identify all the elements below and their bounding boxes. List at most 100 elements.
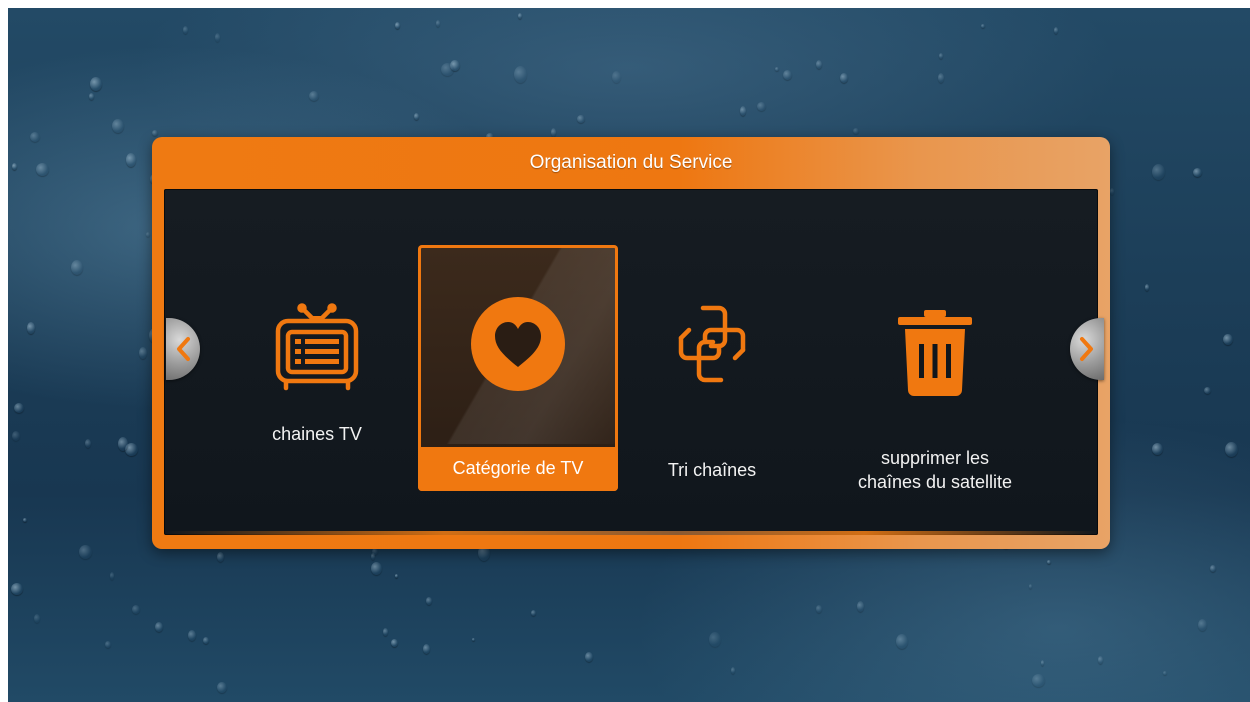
water-drop bbox=[1041, 660, 1044, 666]
water-drop bbox=[395, 574, 398, 578]
water-drop bbox=[1152, 164, 1165, 180]
water-drop bbox=[371, 562, 382, 575]
water-drop bbox=[1029, 584, 1032, 589]
chevron-right-icon bbox=[1080, 337, 1093, 361]
water-drop bbox=[1032, 674, 1045, 687]
water-drop bbox=[472, 638, 475, 641]
water-drop bbox=[105, 641, 111, 648]
water-drop bbox=[414, 113, 419, 120]
water-drop bbox=[183, 26, 188, 34]
water-drop bbox=[309, 91, 319, 101]
water-drop bbox=[551, 128, 556, 137]
water-drop bbox=[577, 115, 585, 123]
water-drop bbox=[783, 70, 792, 80]
water-drop bbox=[514, 66, 527, 83]
water-drop bbox=[391, 639, 398, 647]
trash-icon bbox=[835, 297, 1035, 407]
water-drop bbox=[740, 106, 746, 116]
water-drop bbox=[89, 93, 94, 100]
water-drop bbox=[12, 163, 17, 170]
water-drop bbox=[71, 260, 83, 275]
menu-item-supprimer-chaines-satellite[interactable]: supprimer les chaînes du satellite bbox=[835, 245, 1035, 492]
water-drop bbox=[423, 644, 430, 654]
water-drop bbox=[1223, 334, 1233, 345]
water-drop bbox=[1204, 387, 1211, 394]
water-drop bbox=[14, 403, 24, 413]
water-drop bbox=[30, 132, 40, 142]
tv-list-icon bbox=[217, 289, 417, 399]
water-drop bbox=[146, 232, 150, 237]
water-drop bbox=[896, 634, 908, 649]
water-drop bbox=[1152, 443, 1163, 455]
water-drop bbox=[12, 431, 20, 441]
water-drop bbox=[775, 67, 779, 71]
water-drop bbox=[152, 130, 158, 136]
water-drop bbox=[1098, 656, 1103, 664]
water-drop bbox=[1193, 168, 1202, 177]
menu-item-categorie-tv[interactable]: Catégorie de TV bbox=[418, 245, 618, 491]
water-drop bbox=[110, 572, 114, 580]
water-drop bbox=[731, 667, 735, 674]
menu-panel: chaines TV Catégorie de TV Tri chaînes s… bbox=[164, 189, 1098, 535]
water-drop bbox=[11, 583, 23, 595]
menu-item-label: Tri chaînes bbox=[667, 460, 757, 480]
water-drop bbox=[23, 518, 27, 522]
water-drop bbox=[531, 610, 536, 616]
water-drop bbox=[816, 60, 822, 69]
water-drop bbox=[85, 439, 91, 448]
menu-item-label: chaines TV bbox=[272, 424, 362, 444]
water-drop bbox=[132, 605, 140, 614]
dialog-title: Organisation du Service bbox=[529, 152, 733, 173]
water-drop bbox=[436, 20, 440, 27]
water-drop bbox=[155, 622, 163, 632]
water-drop bbox=[217, 552, 224, 562]
interlink-icon bbox=[612, 289, 812, 399]
water-drop bbox=[395, 22, 400, 29]
heart-icon bbox=[418, 289, 618, 399]
bottom-scroll-strip bbox=[164, 531, 1098, 535]
water-drop bbox=[441, 63, 454, 76]
water-drop bbox=[1054, 27, 1058, 34]
water-drop bbox=[203, 637, 209, 644]
water-drop bbox=[938, 73, 944, 83]
menu-item-label-line2: chaînes du satellite bbox=[857, 472, 1013, 492]
water-drop bbox=[188, 630, 196, 641]
water-drop bbox=[1110, 188, 1114, 195]
water-drop bbox=[518, 13, 522, 19]
water-drop bbox=[1198, 619, 1207, 631]
water-drop bbox=[757, 102, 766, 111]
water-drop bbox=[816, 605, 822, 613]
chevron-left-icon bbox=[177, 337, 190, 361]
water-drop bbox=[126, 153, 136, 167]
water-drop bbox=[1145, 284, 1149, 291]
water-drop bbox=[90, 77, 102, 91]
water-drop bbox=[383, 628, 388, 636]
water-drop bbox=[857, 601, 864, 612]
menu-item-tri-chaines[interactable]: Tri chaînes bbox=[612, 245, 812, 491]
water-drop bbox=[1225, 442, 1238, 457]
menu-item-chaines-tv[interactable]: chaines TV bbox=[217, 245, 417, 491]
water-drop bbox=[585, 652, 593, 662]
water-drop bbox=[217, 682, 227, 693]
water-drop bbox=[840, 73, 848, 83]
water-drop bbox=[118, 437, 128, 451]
service-organisation-dialog: Organisation du Service chaines TV Catég… bbox=[152, 137, 1110, 549]
water-drop bbox=[36, 163, 49, 176]
water-drop bbox=[139, 347, 147, 359]
water-drop bbox=[112, 119, 124, 133]
water-drop bbox=[709, 632, 721, 647]
water-drop bbox=[34, 614, 40, 623]
water-drop bbox=[27, 322, 35, 334]
water-drop bbox=[939, 53, 943, 59]
water-drop bbox=[1210, 565, 1216, 572]
water-drop bbox=[215, 33, 220, 42]
water-drop bbox=[1163, 671, 1167, 675]
water-drop bbox=[79, 545, 92, 559]
menu-item-label: Catégorie de TV bbox=[452, 458, 584, 478]
water-drop bbox=[981, 24, 985, 28]
menu-item-label-line1: supprimer les bbox=[880, 448, 990, 468]
water-drop bbox=[426, 597, 432, 605]
water-drop bbox=[1047, 560, 1051, 564]
water-drop bbox=[853, 128, 859, 134]
water-drop bbox=[371, 553, 375, 560]
